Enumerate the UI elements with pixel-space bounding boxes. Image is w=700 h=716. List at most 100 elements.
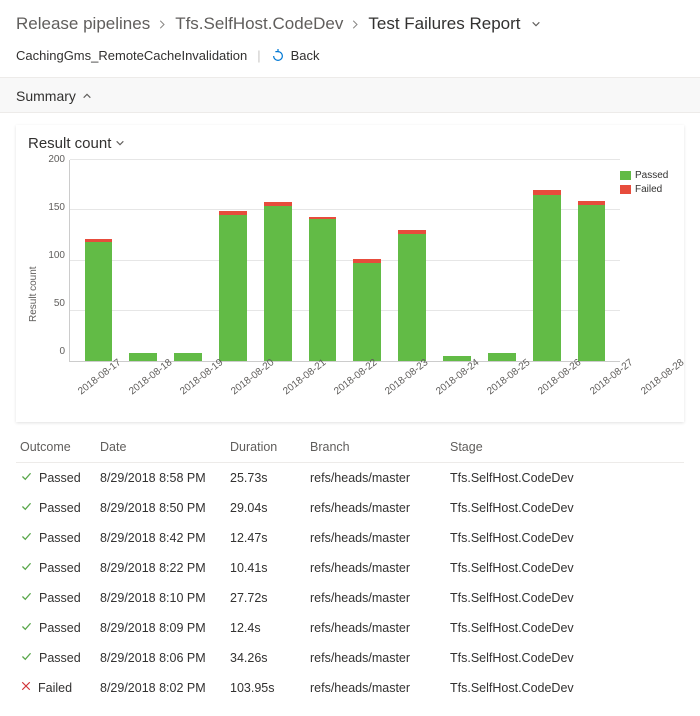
table-row[interactable]: Failed8/29/2018 8:02 PM103.95srefs/heads… bbox=[16, 673, 684, 702]
bar-slot[interactable] bbox=[345, 160, 390, 361]
check-icon bbox=[20, 470, 33, 486]
stage-cell: Tfs.SelfHost.CodeDev bbox=[446, 643, 684, 673]
y-tick: 0 bbox=[39, 347, 65, 357]
bar-segment-passed bbox=[488, 353, 516, 361]
outcome-label: Passed bbox=[39, 501, 81, 515]
legend-passed-label: Passed bbox=[635, 170, 668, 181]
bar-slot[interactable] bbox=[569, 160, 614, 361]
summary-toggle[interactable]: Summary bbox=[0, 77, 700, 113]
bar-segment-passed bbox=[129, 353, 157, 361]
bar-slot[interactable] bbox=[166, 160, 211, 361]
legend-failed: Failed bbox=[620, 184, 672, 195]
bar-slot[interactable] bbox=[479, 160, 524, 361]
stage-cell: Tfs.SelfHost.CodeDev bbox=[446, 613, 684, 643]
check-icon bbox=[20, 650, 33, 666]
result-count-chart-card: Result count Result count 200150100500 2… bbox=[16, 125, 684, 422]
legend-passed: Passed bbox=[620, 170, 672, 181]
chevron-down-icon[interactable] bbox=[531, 14, 541, 34]
table-row[interactable]: Passed 8/29/2018 8:06 PM34.26srefs/heads/… bbox=[16, 643, 684, 673]
outcome-label: Passed bbox=[39, 651, 81, 665]
branch-cell: refs/heads/master bbox=[306, 493, 446, 523]
table-row[interactable]: Passed8/29/2018 8:50 PM29.04srefs/heads/… bbox=[16, 493, 684, 523]
check-icon bbox=[20, 560, 33, 576]
date-cell: 8/29/2018 8:58 PM bbox=[96, 463, 226, 494]
date-cell: 8/29/2018 8:02 PM bbox=[96, 673, 226, 702]
y-tick: 100 bbox=[39, 251, 65, 261]
duration-cell: 103.95s bbox=[226, 673, 306, 702]
breadcrumb: Release pipelines Tfs.SelfHost.CodeDev T… bbox=[0, 0, 700, 40]
col-stage[interactable]: Stage bbox=[446, 432, 684, 463]
divider: | bbox=[257, 48, 260, 63]
table-row[interactable]: Passed8/29/2018 8:22 PM10.41srefs/heads/… bbox=[16, 553, 684, 583]
breadcrumb-report[interactable]: Test Failures Report bbox=[368, 14, 520, 34]
bar-slot[interactable] bbox=[121, 160, 166, 361]
y-axis-ticks: 200150100500 bbox=[39, 160, 65, 362]
cross-icon bbox=[20, 680, 32, 695]
bar-segment-passed bbox=[219, 215, 247, 361]
stage-cell: Tfs.SelfHost.CodeDev bbox=[446, 553, 684, 583]
date-cell: 8/29/2018 8:10 PM bbox=[96, 583, 226, 613]
bar-segment-passed bbox=[443, 356, 471, 361]
bar-slot[interactable] bbox=[300, 160, 345, 361]
table-row[interactable]: Passed8/29/2018 8:09 PM12.4srefs/heads/m… bbox=[16, 613, 684, 643]
bar-slot[interactable] bbox=[390, 160, 435, 361]
branch-cell: refs/heads/master bbox=[306, 463, 446, 494]
date-cell: 8/29/2018 8:06 PM bbox=[96, 643, 226, 673]
chevron-right-icon bbox=[158, 20, 167, 29]
outcome-label: Passed bbox=[39, 591, 81, 605]
check-icon bbox=[20, 530, 33, 546]
bar-slot[interactable] bbox=[255, 160, 300, 361]
branch-cell: refs/heads/master bbox=[306, 643, 446, 673]
bar-segment-passed bbox=[533, 195, 561, 361]
duration-cell: 34.26s bbox=[226, 643, 306, 673]
bar-slot[interactable] bbox=[435, 160, 480, 361]
breadcrumb-pipeline[interactable]: Tfs.SelfHost.CodeDev bbox=[175, 14, 343, 34]
y-tick: 50 bbox=[39, 299, 65, 309]
stage-cell: Tfs.SelfHost.CodeDev bbox=[446, 523, 684, 553]
test-name: CachingGms_RemoteCacheInvalidation bbox=[16, 48, 247, 63]
chart-plot-area bbox=[69, 160, 620, 362]
duration-cell: 25.73s bbox=[226, 463, 306, 494]
y-axis-label: Result count bbox=[28, 154, 39, 414]
y-tick: 150 bbox=[39, 203, 65, 213]
table-row[interactable]: Passed8/29/2018 8:10 PM27.72srefs/heads/… bbox=[16, 583, 684, 613]
bar-segment-passed bbox=[578, 205, 606, 361]
outcome-label: Passed bbox=[39, 531, 81, 545]
bar-slot[interactable] bbox=[210, 160, 255, 361]
check-icon bbox=[20, 500, 33, 516]
outcome-label: Passed bbox=[39, 471, 81, 485]
breadcrumb-root[interactable]: Release pipelines bbox=[16, 14, 150, 34]
chevron-up-icon bbox=[82, 88, 92, 104]
bar-slot[interactable] bbox=[524, 160, 569, 361]
bar-segment-passed bbox=[309, 219, 337, 361]
duration-cell: 12.4s bbox=[226, 613, 306, 643]
bar-slot[interactable] bbox=[76, 160, 121, 361]
back-button[interactable]: Back bbox=[271, 48, 320, 63]
passed-swatch-icon bbox=[620, 171, 631, 180]
results-table: Outcome Date Duration Branch Stage Passe… bbox=[16, 432, 684, 702]
table-row[interactable]: Passed8/29/2018 8:42 PM12.47srefs/heads/… bbox=[16, 523, 684, 553]
outcome-label: Passed bbox=[39, 621, 81, 635]
bar-segment-passed bbox=[353, 263, 381, 361]
bar-segment-passed bbox=[85, 242, 113, 361]
chevron-right-icon bbox=[351, 20, 360, 29]
duration-cell: 27.72s bbox=[226, 583, 306, 613]
col-branch[interactable]: Branch bbox=[306, 432, 446, 463]
col-outcome[interactable]: Outcome bbox=[16, 432, 96, 463]
bar-segment-passed bbox=[264, 206, 292, 361]
legend-failed-label: Failed bbox=[635, 184, 662, 195]
duration-cell: 12.47s bbox=[226, 523, 306, 553]
chart-title-dropdown[interactable]: Result count bbox=[28, 135, 672, 152]
stage-cell: Tfs.SelfHost.CodeDev bbox=[446, 463, 684, 494]
y-tick: 200 bbox=[39, 155, 65, 165]
check-icon bbox=[20, 590, 33, 606]
check-icon bbox=[20, 620, 33, 636]
back-label: Back bbox=[291, 48, 320, 63]
stage-cell: Tfs.SelfHost.CodeDev bbox=[446, 493, 684, 523]
branch-cell: refs/heads/master bbox=[306, 523, 446, 553]
col-duration[interactable]: Duration bbox=[226, 432, 306, 463]
duration-cell: 10.41s bbox=[226, 553, 306, 583]
col-date[interactable]: Date bbox=[96, 432, 226, 463]
bar-segment-passed bbox=[174, 353, 202, 361]
table-row[interactable]: Passed 8/29/2018 8:58 PM25.73srefs/heads/… bbox=[16, 463, 684, 494]
